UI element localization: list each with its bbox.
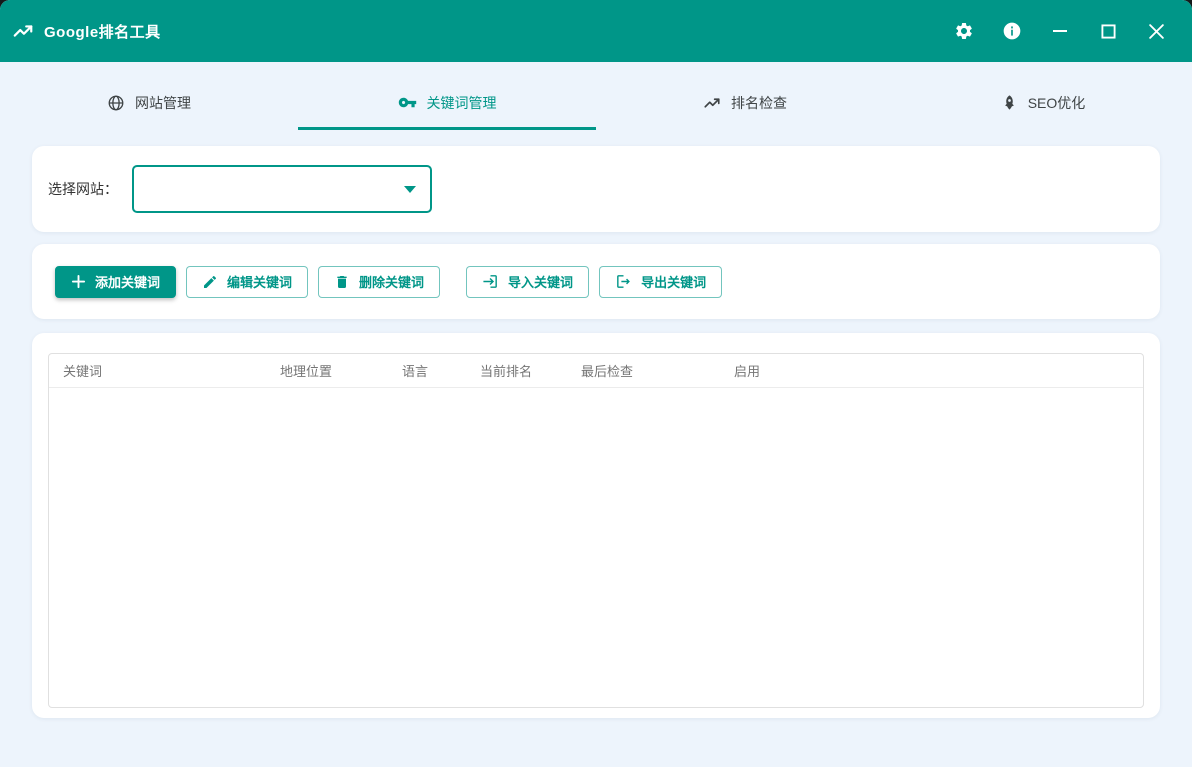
site-selector-card: 选择网站： — [32, 146, 1160, 232]
globe-icon — [107, 94, 125, 112]
keyword-toolbar-card: 添加关键词 编辑关键词 删除关键词 导入关键词 — [32, 244, 1160, 319]
edit-keyword-button[interactable]: 编辑关键词 — [186, 266, 308, 298]
tab-keyword-management[interactable]: 关键词管理 — [298, 78, 596, 130]
rocket-icon — [1001, 94, 1018, 111]
tab-label: SEO优化 — [1028, 93, 1086, 113]
trending-up-icon — [12, 20, 34, 42]
column-header-last-check: 最后检查 — [581, 354, 734, 388]
plus-icon — [71, 274, 86, 289]
tab-label: 网站管理 — [135, 93, 191, 113]
column-header-location: 地理位置 — [280, 354, 402, 388]
tab-website-management[interactable]: 网站管理 — [0, 78, 298, 130]
export-icon — [615, 273, 632, 290]
pencil-icon — [202, 274, 218, 290]
keyword-table: 关键词 地理位置 语言 当前排名 最后检查 启用 — [48, 353, 1144, 708]
export-keyword-button[interactable]: 导出关键词 — [599, 266, 722, 298]
tab-seo-optimization[interactable]: SEO优化 — [894, 78, 1192, 130]
tab-label: 排名检查 — [731, 93, 787, 113]
column-header-current-rank: 当前排名 — [480, 354, 581, 388]
tab-bar: 网站管理 关键词管理 排名检查 — [0, 62, 1192, 130]
table-header-row: 关键词 地理位置 语言 当前排名 最后检查 启用 — [49, 354, 1143, 388]
tab-label: 关键词管理 — [427, 93, 497, 113]
edit-keyword-label: 编辑关键词 — [227, 272, 292, 291]
site-selector-label: 选择网站： — [48, 179, 118, 199]
key-icon — [398, 93, 417, 112]
add-keyword-button[interactable]: 添加关键词 — [55, 266, 176, 298]
app-title: Google排名工具 — [44, 21, 161, 42]
delete-keyword-label: 删除关键词 — [359, 272, 424, 291]
settings-gear-icon[interactable] — [944, 11, 984, 51]
keyword-table-card: 关键词 地理位置 语言 当前排名 最后检查 启用 — [32, 333, 1160, 718]
trash-icon — [334, 274, 350, 290]
import-keyword-button[interactable]: 导入关键词 — [466, 266, 589, 298]
import-icon — [482, 273, 499, 290]
close-icon[interactable] — [1136, 11, 1176, 51]
info-icon[interactable] — [992, 11, 1032, 51]
trending-up-icon — [703, 94, 721, 112]
export-keyword-label: 导出关键词 — [641, 272, 706, 291]
column-header-enabled: 启用 — [734, 354, 1143, 388]
column-header-keyword: 关键词 — [49, 354, 280, 388]
app-window: Google排名工具 — [0, 0, 1192, 767]
add-keyword-label: 添加关键词 — [95, 272, 160, 291]
minimize-icon[interactable] — [1040, 11, 1080, 51]
delete-keyword-button[interactable]: 删除关键词 — [318, 266, 440, 298]
site-select-dropdown[interactable] — [132, 165, 432, 213]
titlebar: Google排名工具 — [0, 0, 1192, 62]
import-keyword-label: 导入关键词 — [508, 272, 573, 291]
column-header-language: 语言 — [402, 354, 480, 388]
maximize-icon[interactable] — [1088, 11, 1128, 51]
tab-ranking-check[interactable]: 排名检查 — [596, 78, 894, 130]
caret-down-icon — [404, 186, 416, 193]
